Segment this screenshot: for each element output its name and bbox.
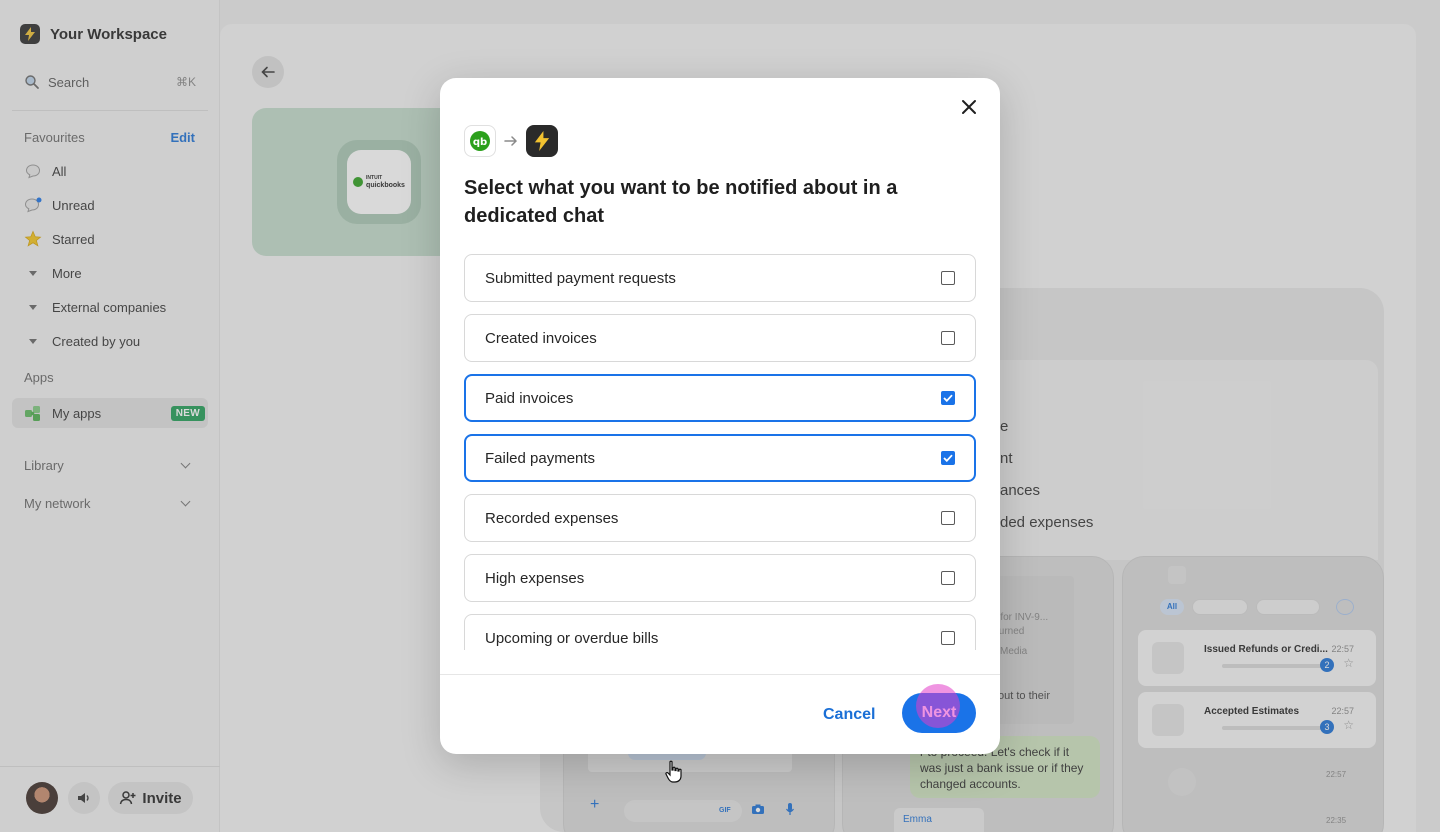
svg-text:qb: qb — [473, 137, 487, 148]
close-button[interactable] — [956, 94, 982, 120]
checkbox-checked[interactable] — [941, 451, 955, 465]
option-submitted-payment-requests[interactable]: Submitted payment requests — [464, 254, 976, 302]
dialog-title: Select what you want to be notified abou… — [464, 177, 898, 227]
notification-settings-dialog: qb Select what you want to be notified a… — [440, 78, 1000, 754]
checkbox[interactable] — [941, 571, 955, 585]
option-recorded-expenses[interactable]: Recorded expenses — [464, 494, 976, 542]
option-upcoming-or-overdue-bills[interactable]: Upcoming or overdue bills — [464, 614, 976, 650]
option-label: Recorded expenses — [485, 509, 619, 527]
quickbooks-logo: qb — [464, 125, 496, 157]
checkbox-checked[interactable] — [941, 391, 955, 405]
integration-logos: qb — [464, 125, 558, 157]
notification-options-list[interactable]: Submitted payment requests Created invoi… — [464, 254, 976, 650]
checkbox[interactable] — [941, 331, 955, 345]
option-label: Submitted payment requests — [485, 269, 676, 287]
option-failed-payments[interactable]: Failed payments — [464, 434, 976, 482]
option-label: High expenses — [485, 569, 585, 587]
checkbox[interactable] — [941, 271, 955, 285]
checkbox[interactable] — [941, 511, 955, 525]
quickbooks-icon: qb — [470, 131, 490, 151]
checkbox[interactable] — [941, 631, 955, 645]
hand-cursor-icon — [665, 760, 682, 783]
arrow-right-icon — [504, 136, 518, 146]
close-icon — [962, 100, 976, 114]
cancel-button[interactable]: Cancel — [823, 706, 875, 724]
option-created-invoices[interactable]: Created invoices — [464, 314, 976, 362]
option-label: Created invoices — [485, 329, 597, 347]
option-label: Upcoming or overdue bills — [485, 629, 659, 647]
option-label: Failed payments — [485, 449, 596, 467]
option-high-expenses[interactable]: High expenses — [464, 554, 976, 602]
checkmark-icon — [943, 454, 953, 462]
option-paid-invoices[interactable]: Paid invoices — [464, 374, 976, 422]
next-button[interactable]: Next — [902, 693, 976, 733]
lightning-icon — [534, 131, 550, 151]
checkmark-icon — [943, 394, 953, 402]
option-label: Paid invoices — [485, 389, 574, 407]
workspace-app-logo — [526, 125, 558, 157]
